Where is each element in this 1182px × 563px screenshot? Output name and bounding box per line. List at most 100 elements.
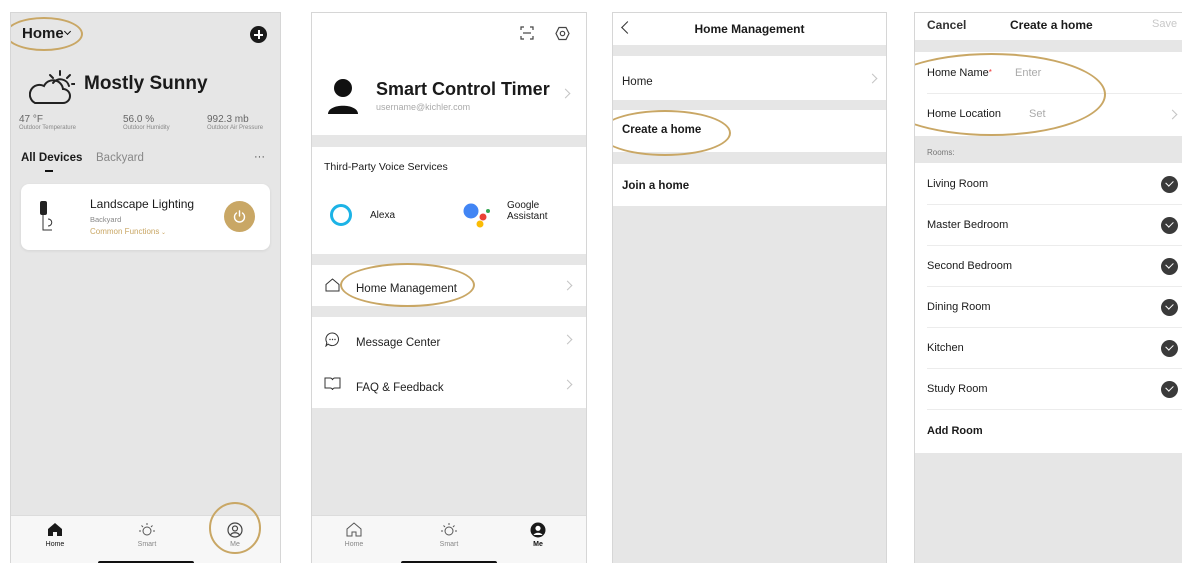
user-circle-icon bbox=[227, 522, 243, 538]
sun-icon bbox=[139, 523, 155, 536]
partly-sunny-icon bbox=[29, 70, 75, 104]
home-outline-icon bbox=[325, 278, 340, 292]
save-button[interactable]: Save bbox=[1152, 18, 1177, 30]
room-label: Living Room bbox=[927, 178, 989, 190]
home-info-section: Home Name* Enter Home Location Set bbox=[915, 52, 1182, 136]
check-icon[interactable] bbox=[1161, 258, 1178, 275]
home-screen: Home Mostly Sunny 47 °F Outdoor Temperat… bbox=[10, 12, 281, 563]
home-title: Home bbox=[22, 25, 64, 42]
home-management-screen: Home Management Home Create a home Join … bbox=[612, 12, 887, 563]
chevron-right-icon bbox=[560, 88, 571, 99]
device-card[interactable]: Landscape Lighting Backyard Common Funct… bbox=[21, 184, 270, 250]
avatar bbox=[328, 79, 358, 114]
nav-me-label: Me bbox=[533, 541, 543, 548]
home-name-row: Home Name* bbox=[927, 67, 992, 79]
google-label-line2: Assistant bbox=[507, 211, 548, 222]
create-home-screen: Cancel Create a home Save Home Name* Ent… bbox=[914, 12, 1182, 563]
create-home-label: Create a home bbox=[622, 124, 702, 136]
humidity-label: Outdoor Humidity bbox=[123, 125, 170, 131]
tab-indicator bbox=[45, 170, 53, 172]
scan-icon[interactable] bbox=[520, 26, 534, 40]
power-button[interactable] bbox=[224, 201, 255, 232]
temperature-value: 47 °F bbox=[19, 114, 44, 125]
home-selector[interactable]: Home bbox=[22, 25, 72, 43]
room-label: Kitchen bbox=[927, 342, 964, 354]
menu-label: Home Management bbox=[356, 279, 457, 297]
check-icon[interactable] bbox=[1161, 299, 1178, 316]
nav-smart-label: Smart bbox=[439, 541, 459, 548]
common-functions-label: Common Functions bbox=[90, 227, 160, 236]
check-icon[interactable] bbox=[1161, 176, 1178, 193]
join-home-label: Join a home bbox=[622, 180, 690, 192]
room-label: Second Bedroom bbox=[927, 260, 1012, 272]
room-item[interactable]: Living Room bbox=[915, 163, 1182, 204]
message-center-label: Message Center bbox=[356, 337, 441, 349]
home-outline-icon bbox=[346, 522, 362, 537]
faq-label: FAQ & Feedback bbox=[356, 382, 444, 394]
humidity-value: 56.0 % bbox=[123, 114, 155, 125]
common-functions-link[interactable]: Common Functions ⌄ bbox=[90, 227, 166, 236]
add-room-button[interactable]: Add Room bbox=[915, 409, 1182, 453]
message-icon bbox=[325, 332, 339, 347]
book-icon bbox=[324, 377, 341, 390]
weather-condition: Mostly Sunny bbox=[84, 73, 208, 94]
divider bbox=[927, 93, 1182, 94]
room-item[interactable]: Master Bedroom bbox=[915, 204, 1182, 245]
nav-header: Cancel Create a home Save bbox=[915, 13, 1182, 40]
alexa-icon bbox=[330, 204, 352, 226]
settings-icon[interactable] bbox=[555, 26, 570, 41]
rooms-list: Living Room Master Bedroom Second Bedroo… bbox=[915, 163, 1182, 453]
humidity-stat: 56.0 % Outdoor Humidity bbox=[123, 114, 170, 131]
nav-home-label: Home bbox=[344, 541, 364, 548]
add-icon[interactable] bbox=[250, 26, 267, 43]
home-name-input[interactable]: Enter bbox=[1015, 67, 1041, 79]
profile-header[interactable]: Smart Control Timer username@kichler.com bbox=[312, 13, 586, 135]
room-item[interactable]: Kitchen bbox=[915, 327, 1182, 368]
google-assistant-icon bbox=[463, 203, 490, 228]
voice-services-section: Third-Party Voice Services Alexa Google … bbox=[312, 147, 586, 254]
more-options-icon[interactable]: ··· bbox=[254, 151, 265, 163]
room-item[interactable]: Second Bedroom bbox=[915, 245, 1182, 286]
power-icon bbox=[233, 210, 246, 223]
chevron-down-icon: ⌄ bbox=[159, 230, 167, 236]
tab-backyard[interactable]: Backyard bbox=[96, 152, 144, 164]
tab-all-devices[interactable]: All Devices bbox=[21, 152, 82, 164]
create-home-item[interactable]: Create a home bbox=[613, 110, 886, 152]
nav-smart-label: Smart bbox=[137, 541, 157, 548]
room-item[interactable]: Study Room bbox=[915, 368, 1182, 409]
home-list-item[interactable]: Home bbox=[613, 56, 886, 100]
page-title: Create a home bbox=[1010, 18, 1093, 32]
device-name: Landscape Lighting bbox=[90, 197, 195, 211]
chevron-right-icon bbox=[1167, 109, 1178, 120]
sun-icon bbox=[441, 523, 457, 536]
home-location-input[interactable]: Set bbox=[1029, 108, 1046, 120]
check-icon[interactable] bbox=[1161, 381, 1178, 398]
join-home-item[interactable]: Join a home bbox=[613, 164, 886, 206]
nav-header: Home Management bbox=[613, 13, 886, 45]
nav-me-label: Me bbox=[230, 541, 240, 548]
add-room-label: Add Room bbox=[927, 425, 983, 437]
pressure-label: Outdoor Air Pressure bbox=[207, 125, 264, 131]
check-icon[interactable] bbox=[1161, 217, 1178, 234]
page-title: Home Management bbox=[694, 22, 805, 36]
tab-label: Backyard bbox=[96, 152, 144, 164]
section-title: Third-Party Voice Services bbox=[324, 161, 448, 173]
device-room: Backyard bbox=[90, 215, 122, 224]
check-icon[interactable] bbox=[1161, 340, 1178, 357]
list-item-label: Home bbox=[622, 72, 653, 90]
menu-home-management[interactable]: Home Management bbox=[312, 265, 586, 306]
alexa-label: Alexa bbox=[370, 210, 396, 221]
menu-message-center[interactable]: Message Center bbox=[312, 317, 586, 362]
home-icon bbox=[48, 523, 62, 536]
room-label: Study Room bbox=[927, 383, 988, 395]
bottom-tab-bar: Home Smart Me bbox=[312, 515, 586, 563]
temperature-label: Outdoor Temperature bbox=[19, 125, 76, 131]
room-item[interactable]: Dining Room bbox=[915, 286, 1182, 327]
home-location-label: Home Location bbox=[927, 108, 1001, 120]
home-name-label: Home Name bbox=[927, 67, 989, 79]
menu-faq-feedback[interactable]: FAQ & Feedback bbox=[312, 362, 586, 408]
google-label: Google Assistant bbox=[507, 200, 548, 222]
landscape-light-icon bbox=[40, 201, 53, 231]
temperature-stat: 47 °F Outdoor Temperature bbox=[19, 114, 76, 131]
cancel-button[interactable]: Cancel bbox=[927, 18, 966, 32]
